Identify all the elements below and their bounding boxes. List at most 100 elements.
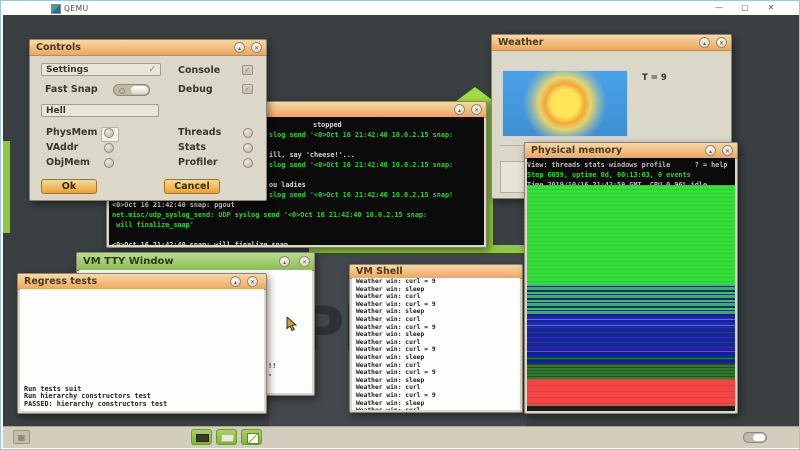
fullscreen-icon: [247, 433, 259, 444]
controls-titlebar[interactable]: Controls ▴ ✕: [30, 40, 266, 56]
memory-map-band: [527, 327, 735, 347]
terminal-line: PASSED: hierarchy constructors test: [24, 401, 167, 408]
regress-window-title: Regress tests: [24, 276, 97, 287]
debug-checkbox[interactable]: ✓: [242, 84, 253, 94]
vm-shell-window-title: VM Shell: [356, 266, 403, 277]
physmem-radio[interactable]: [104, 128, 114, 138]
cancel-button[interactable]: Cancel: [164, 179, 220, 194]
terminal-line: Step 6059, uptime 0d, 00:13:03, 0 events: [527, 170, 735, 180]
regress-titlebar[interactable]: Regress tests ▴ ✕: [18, 274, 266, 290]
stats-radio[interactable]: [243, 143, 253, 153]
tty-text-fragment: -: [268, 371, 272, 379]
terminal-line: net.misc/udp_syslog_send: UDP syslog sen…: [109, 210, 484, 220]
close-button[interactable]: ✕: [716, 37, 727, 48]
shade-button[interactable]: ▴: [705, 145, 716, 156]
console-checkbox[interactable]: ✓: [242, 65, 253, 75]
memory-map-band: [527, 185, 735, 284]
minimize-button[interactable]: —: [709, 2, 729, 14]
text-input[interactable]: Hell: [41, 104, 159, 117]
weather-titlebar[interactable]: Weather ▴ ✕: [492, 35, 731, 51]
mouse-cursor: [286, 317, 298, 337]
terminal-line: Weather win: curl: [356, 407, 520, 410]
host-window-title: QEMU: [64, 4, 89, 13]
controls-window[interactable]: Controls ▴ ✕ Settings ✓ Console ✓ Fast S…: [29, 39, 267, 201]
vm-shell-window[interactable]: VM Shell Weather win: curl = 9Weather wi…: [349, 264, 523, 413]
memory-map-band: [527, 284, 735, 316]
taskbar: ▦: [3, 426, 799, 448]
close-button[interactable]: ✕: [761, 2, 781, 14]
shade-button[interactable]: ▴: [454, 104, 465, 115]
fullscreen-button[interactable]: [241, 429, 262, 445]
console-checkbox-label: Console: [178, 65, 220, 76]
terminal-line: Weather win: curl = 9: [356, 369, 520, 377]
fast-snap-label: Fast Snap: [45, 84, 98, 95]
display-icon: [196, 434, 209, 442]
sun-image: [502, 70, 628, 137]
weather-window-title: Weather: [498, 37, 543, 48]
temperature-value: T = 9: [642, 73, 667, 83]
terminal-line: Weather win: curl = 9: [356, 346, 520, 354]
vm-tty-window-title: VM TTY Window: [83, 256, 174, 267]
vaddr-radio-label: VAddr: [46, 142, 78, 153]
terminal-line: <0>Oct 16 21:42:40 snap: will finalize_s…: [109, 240, 484, 245]
close-button[interactable]: ✕: [247, 276, 258, 287]
keyboard-button[interactable]: [216, 429, 237, 445]
threads-radio[interactable]: [243, 128, 253, 138]
terminal-line: Weather win: curl: [356, 293, 520, 301]
shade-button[interactable]: ▴: [279, 256, 290, 267]
vaddr-radio[interactable]: [104, 143, 114, 153]
terminal-line: will finalize_snap': [109, 220, 484, 230]
shade-button[interactable]: ▴: [699, 37, 710, 48]
regress-output: Run tests suitRun hierarchy constructors…: [24, 386, 167, 408]
fast-snap-toggle[interactable]: [113, 84, 150, 96]
terminal-line: Weather win: curl: [356, 316, 520, 324]
memory-map: [527, 185, 735, 411]
settings-dropdown-label: Settings: [46, 65, 88, 75]
close-button[interactable]: ✕: [251, 42, 262, 53]
debug-checkbox-label: Debug: [178, 84, 213, 95]
terminal-line: Weather win: sleep: [356, 331, 520, 339]
logo-shape-triangle: [455, 87, 495, 102]
terminal-line: Weather win: curl: [356, 362, 520, 370]
display-button[interactable]: [191, 429, 212, 445]
settings-dropdown[interactable]: Settings ✓: [41, 63, 161, 76]
close-button[interactable]: ✕: [299, 256, 310, 267]
toggle-off-dot: [119, 88, 125, 94]
maximize-button[interactable]: ▢: [735, 2, 755, 14]
physical-memory-window[interactable]: Physical memory ▴ ✕ View: threads stats …: [524, 142, 738, 414]
memory-monitor-header: View: threads stats windows profile ? = …: [527, 158, 735, 187]
shade-button[interactable]: ▴: [230, 276, 241, 287]
profiler-radio-label: Profiler: [178, 157, 218, 168]
physical-memory-titlebar[interactable]: Physical memory ▴ ✕: [525, 143, 737, 159]
shade-button[interactable]: ▴: [234, 42, 245, 53]
guest-display: Ph ▴ ✕ stoppedslog send '<0>Oct 16 21:42…: [3, 15, 799, 448]
memory-map-band: [527, 406, 735, 411]
profiler-radio[interactable]: [243, 158, 253, 168]
terminal-line: View: threads stats windows profile ? = …: [527, 160, 735, 170]
launcher-button[interactable]: ▦: [13, 430, 30, 444]
threads-radio-label: Threads: [178, 127, 221, 138]
taskbar-toggle[interactable]: [743, 432, 767, 443]
vm-shell-titlebar[interactable]: VM Shell: [350, 265, 522, 279]
objmem-radio[interactable]: [104, 158, 114, 168]
vm-tty-titlebar[interactable]: VM TTY Window ▴ ✕: [77, 253, 314, 271]
check-icon: ✓: [148, 65, 156, 75]
vm-shell-output: Weather win: curl = 9Weather win: sleepW…: [352, 278, 520, 410]
regress-tests-window[interactable]: Regress tests ▴ ✕ Run tests suitRun hier…: [17, 273, 267, 414]
physmem-radio-label: PhysMem: [46, 127, 97, 138]
qemu-icon: [51, 4, 61, 14]
close-button[interactable]: ✕: [722, 145, 733, 156]
objmem-radio-label: ObjMem: [46, 157, 90, 168]
ok-button[interactable]: Ok: [41, 179, 97, 194]
toggle-knob: [131, 86, 148, 94]
close-button[interactable]: ✕: [471, 104, 482, 115]
host-titlebar[interactable]: QEMU — ▢ ✕: [1, 1, 799, 15]
logo-shape-left: [3, 141, 10, 233]
terminal-line: Weather win: curl: [356, 384, 520, 392]
regress-content: Run tests suitRun hierarchy constructors…: [20, 289, 264, 411]
memory-map-band: [527, 379, 735, 406]
toggle-knob: [753, 434, 765, 441]
memory-map-band: [527, 348, 735, 364]
qemu-window: QEMU — ▢ ✕ Ph ▴ ✕ stoppedslog send '<0>O…: [0, 0, 800, 450]
terminal-line: Weather win: sleep: [356, 308, 520, 316]
